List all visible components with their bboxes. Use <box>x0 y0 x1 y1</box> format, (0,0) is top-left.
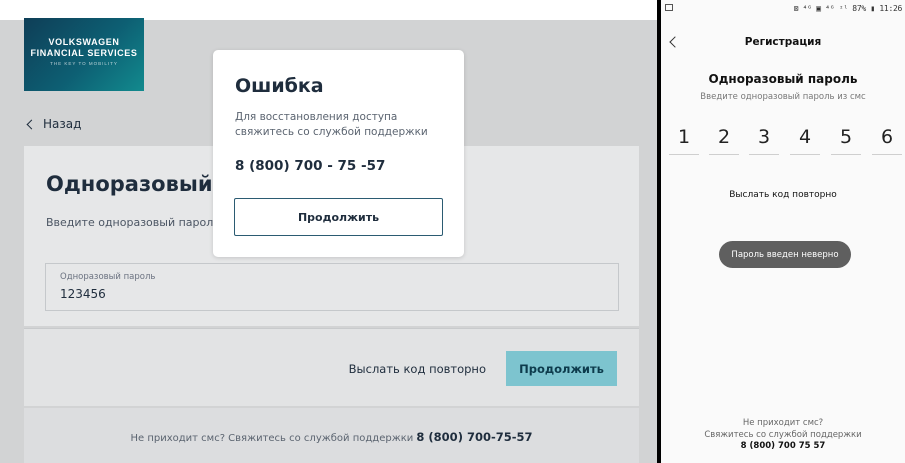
otp-hint: Введите одноразовый пароль из смс <box>700 92 866 102</box>
logo-line1: VOLKSWAGEN <box>48 37 120 47</box>
logo-tagline: THE KEY TO MOBILITY <box>50 61 118 66</box>
otp-digit-value: 4 <box>798 126 812 148</box>
status-indicators: ⊠ ⁴ᴳ ▣ ⁴ᴳ ᶦˡ 87% ▮ 11:26 <box>793 4 903 13</box>
footer-phone[interactable]: 8 (800) 700 75 57 <box>661 441 905 453</box>
modal-continue-button[interactable]: Продолжить <box>234 198 443 236</box>
back-label: Назад <box>43 117 82 131</box>
support-footer: Не приходит смс? Свяжитесь со службой по… <box>661 418 905 453</box>
logo-line2: FINANCIAL SERVICES <box>30 48 138 58</box>
page-subtitle: Введите одноразовый пароль и <box>46 216 231 229</box>
otp-heading: Одноразовый пароль <box>708 72 858 86</box>
error-modal: Ошибка Для восстановления доступа свяжит… <box>213 50 464 257</box>
otp-digit-value: 3 <box>757 126 771 148</box>
resend-code-link[interactable]: Выслать код повторно <box>349 362 486 376</box>
footer-line1: Не приходит смс? <box>742 418 824 428</box>
modal-title: Ошибка <box>235 75 324 97</box>
resend-code-link[interactable]: Выслать код повторно <box>661 190 905 200</box>
actions-bar: Выслать код повторно Продолжить <box>24 328 639 406</box>
otp-digit-value: 5 <box>839 126 853 148</box>
back-link[interactable]: Назад <box>26 117 82 131</box>
otp-digit-1[interactable]: 1 <box>669 126 699 155</box>
image-notification-icon <box>665 4 673 11</box>
otp-digit-3[interactable]: 3 <box>749 126 779 155</box>
otp-digit-4[interactable]: 4 <box>790 126 820 155</box>
status-bar: ⊠ ⁴ᴳ ▣ ⁴ᴳ ᶦˡ 87% ▮ 11:26 <box>661 0 905 19</box>
otp-field-value[interactable]: 123456 <box>60 287 604 301</box>
modal-phone[interactable]: 8 (800) 700 - 75 -57 <box>235 158 385 174</box>
vw-fs-logo[interactable]: VOLKSWAGEN FINANCIAL SERVICES THE KEY TO… <box>24 18 144 91</box>
otp-digit-value: 2 <box>717 126 731 148</box>
footer-phone[interactable]: 8 (800) 700-75-57 <box>416 430 532 444</box>
top-bar <box>0 0 657 20</box>
otp-digit-value: 1 <box>677 126 691 148</box>
otp-field[interactable]: Одноразовый пароль 123456 <box>45 263 619 311</box>
support-footer: Не приходит смс? Свяжитесь со службой по… <box>24 408 639 463</box>
web-page: VOLKSWAGEN FINANCIAL SERVICES THE KEY TO… <box>0 0 657 463</box>
footer-text: Не приходит смс? Свяжитесь со службой по… <box>130 433 417 444</box>
otp-digit-5[interactable]: 5 <box>831 126 861 155</box>
footer-line2: Свяжитесь со службой поддержки <box>704 429 862 440</box>
modal-message: Для восстановления доступа свяжитесь со … <box>235 111 428 138</box>
continue-button[interactable]: Продолжить <box>506 351 617 386</box>
error-toast: Пароль введен неверно <box>719 241 851 268</box>
otp-field-label: Одноразовый пароль <box>60 272 156 282</box>
otp-digit-6[interactable]: 6 <box>872 126 902 155</box>
nav-title: Регистрация <box>744 36 822 48</box>
otp-digit-2[interactable]: 2 <box>709 126 739 155</box>
mobile-screen: ⊠ ⁴ᴳ ▣ ⁴ᴳ ᶦˡ 87% ▮ 11:26 Регистрация Одн… <box>661 0 905 463</box>
chevron-left-icon <box>26 119 37 129</box>
otp-digit-value: 6 <box>880 126 894 148</box>
